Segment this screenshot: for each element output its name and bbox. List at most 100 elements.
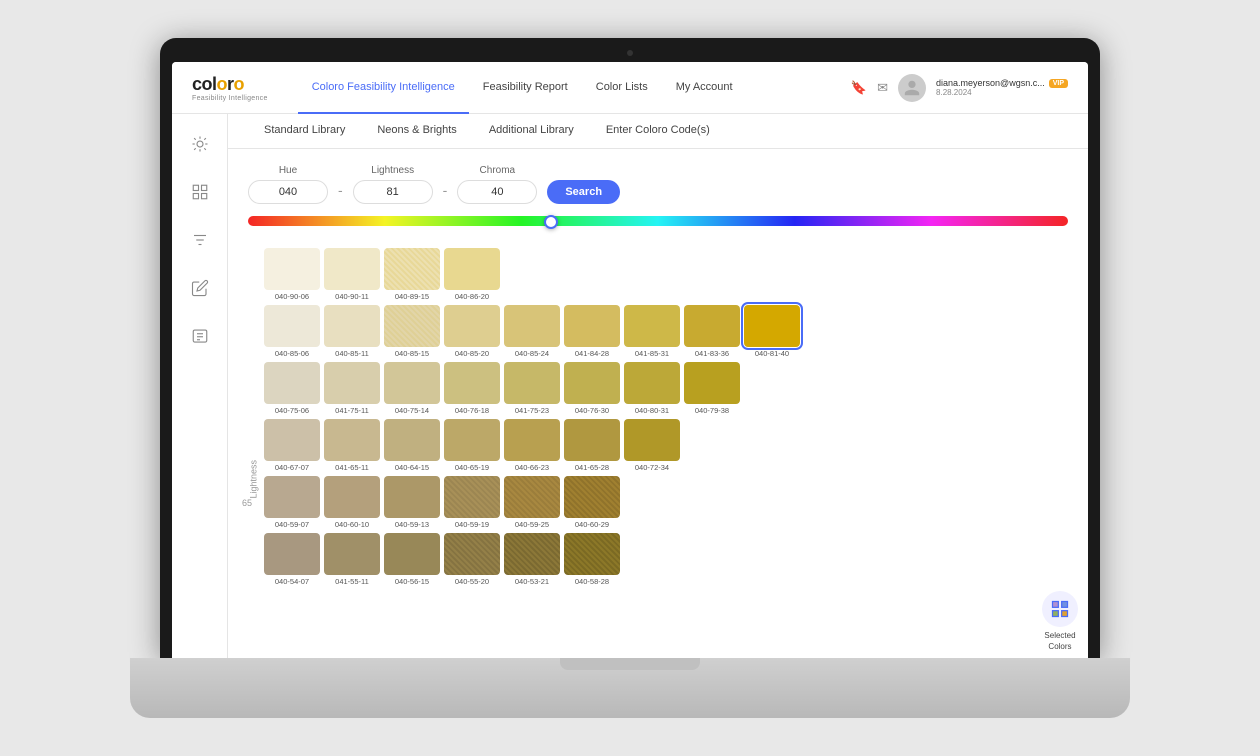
- sidebar-icon-grid[interactable]: [186, 178, 214, 206]
- color-swatch[interactable]: [264, 419, 320, 461]
- color-cell[interactable]: 040-75-14: [384, 362, 440, 415]
- color-swatch[interactable]: [624, 362, 680, 404]
- sidebar-icon-sun[interactable]: [186, 130, 214, 158]
- lightness-input[interactable]: [353, 180, 433, 204]
- color-swatch[interactable]: [624, 305, 680, 347]
- tab-neons-brights[interactable]: Neons & Brights: [361, 114, 472, 148]
- color-swatch[interactable]: [324, 362, 380, 404]
- color-cell[interactable]: 041-85-31: [624, 305, 680, 358]
- color-cell[interactable]: 040-54-07: [264, 533, 320, 586]
- color-swatch[interactable]: [444, 476, 500, 518]
- color-cell[interactable]: 040-80-31: [624, 362, 680, 415]
- color-swatch[interactable]: [264, 248, 320, 290]
- color-cell[interactable]: 040-85-20: [444, 305, 500, 358]
- color-cell[interactable]: 040-53-21: [504, 533, 560, 586]
- bookmark-icon[interactable]: 🔖: [851, 80, 867, 96]
- slider-thumb[interactable]: [544, 215, 558, 229]
- chroma-input[interactable]: [457, 180, 537, 204]
- color-cell[interactable]: 040-90-06: [264, 248, 320, 301]
- color-swatch[interactable]: [264, 305, 320, 347]
- color-cell[interactable]: 040-59-19: [444, 476, 500, 529]
- color-cell[interactable]: 041-75-23: [504, 362, 560, 415]
- avatar[interactable]: [898, 74, 926, 102]
- color-cell[interactable]: 040-59-13: [384, 476, 440, 529]
- color-cell[interactable]: 040-60-10: [324, 476, 380, 529]
- color-cell[interactable]: 040-60-29: [564, 476, 620, 529]
- mail-icon[interactable]: ✉: [877, 80, 888, 96]
- color-swatch[interactable]: [324, 476, 380, 518]
- color-cell[interactable]: 040-76-30: [564, 362, 620, 415]
- color-swatch[interactable]: [504, 419, 560, 461]
- color-cell[interactable]: 041-55-11: [324, 533, 380, 586]
- color-swatch[interactable]: [324, 248, 380, 290]
- color-swatch[interactable]: [564, 476, 620, 518]
- color-cell[interactable]: 040-59-25: [504, 476, 560, 529]
- nav-feasibility-report[interactable]: Feasibility Report: [469, 62, 582, 114]
- sidebar-icon-filter[interactable]: [186, 226, 214, 254]
- color-cell[interactable]: 040-76-18: [444, 362, 500, 415]
- color-cell[interactable]: 040-90-11: [324, 248, 380, 301]
- color-swatch-selected[interactable]: [744, 305, 800, 347]
- color-swatch[interactable]: [504, 533, 560, 575]
- color-swatch[interactable]: [564, 305, 620, 347]
- color-cell[interactable]: 040-85-06: [264, 305, 320, 358]
- search-button[interactable]: Search: [547, 180, 620, 204]
- hue-input[interactable]: [248, 180, 328, 204]
- selected-colors-button[interactable]: SelectedColors: [1042, 591, 1078, 652]
- color-swatch[interactable]: [384, 248, 440, 290]
- color-cell[interactable]: 040-72-34: [624, 419, 680, 472]
- color-swatch[interactable]: [384, 533, 440, 575]
- color-swatch[interactable]: [264, 476, 320, 518]
- color-cell[interactable]: 040-85-11: [324, 305, 380, 358]
- color-swatch[interactable]: [564, 533, 620, 575]
- nav-feasibility-intelligence[interactable]: Coloro Feasibility Intelligence: [298, 62, 469, 114]
- color-swatch[interactable]: [384, 419, 440, 461]
- color-cell[interactable]: 040-85-24: [504, 305, 560, 358]
- nav-my-account[interactable]: My Account: [662, 62, 747, 114]
- color-swatch[interactable]: [324, 419, 380, 461]
- color-cell[interactable]: 041-65-28: [564, 419, 620, 472]
- color-swatch[interactable]: [384, 476, 440, 518]
- color-cell[interactable]: 041-83-36: [684, 305, 740, 358]
- color-swatch[interactable]: [444, 533, 500, 575]
- tab-enter-coloro-codes[interactable]: Enter Coloro Code(s): [590, 114, 726, 148]
- color-cell[interactable]: 040-86-20: [444, 248, 500, 301]
- color-swatch[interactable]: [444, 248, 500, 290]
- color-cell[interactable]: 041-65-11: [324, 419, 380, 472]
- color-swatch[interactable]: [384, 362, 440, 404]
- color-swatch[interactable]: [324, 533, 380, 575]
- color-cell[interactable]: 040-89-15: [384, 248, 440, 301]
- color-swatch[interactable]: [684, 362, 740, 404]
- color-swatch[interactable]: [444, 419, 500, 461]
- color-cell[interactable]: 040-79-38: [684, 362, 740, 415]
- color-cell[interactable]: 040-65-19: [444, 419, 500, 472]
- color-swatch[interactable]: [504, 305, 560, 347]
- color-swatch[interactable]: [324, 305, 380, 347]
- color-swatch[interactable]: [564, 419, 620, 461]
- nav-color-lists[interactable]: Color Lists: [582, 62, 662, 114]
- color-cell[interactable]: 040-58-28: [564, 533, 620, 586]
- color-cell[interactable]: 040-85-15: [384, 305, 440, 358]
- color-cell-selected[interactable]: 040-81-40: [744, 305, 800, 358]
- color-cell[interactable]: 041-84-28: [564, 305, 620, 358]
- sidebar-icon-edit[interactable]: [186, 274, 214, 302]
- tab-additional-library[interactable]: Additional Library: [473, 114, 590, 148]
- color-swatch[interactable]: [624, 419, 680, 461]
- color-swatch[interactable]: [264, 533, 320, 575]
- color-cell[interactable]: 041-75-11: [324, 362, 380, 415]
- tab-standard-library[interactable]: Standard Library: [248, 114, 361, 148]
- color-cell[interactable]: 040-66-23: [504, 419, 560, 472]
- color-swatch[interactable]: [684, 305, 740, 347]
- color-cell[interactable]: 040-59-07: [264, 476, 320, 529]
- color-swatch[interactable]: [444, 362, 500, 404]
- color-cell[interactable]: 040-75-06: [264, 362, 320, 415]
- hue-slider[interactable]: [248, 216, 1068, 226]
- color-cell[interactable]: 040-67-07: [264, 419, 320, 472]
- color-swatch[interactable]: [264, 362, 320, 404]
- color-swatch[interactable]: [504, 476, 560, 518]
- color-swatch[interactable]: [444, 305, 500, 347]
- color-swatch[interactable]: [384, 305, 440, 347]
- color-swatch[interactable]: [564, 362, 620, 404]
- color-cell[interactable]: 040-64-15: [384, 419, 440, 472]
- color-cell[interactable]: 040-56-15: [384, 533, 440, 586]
